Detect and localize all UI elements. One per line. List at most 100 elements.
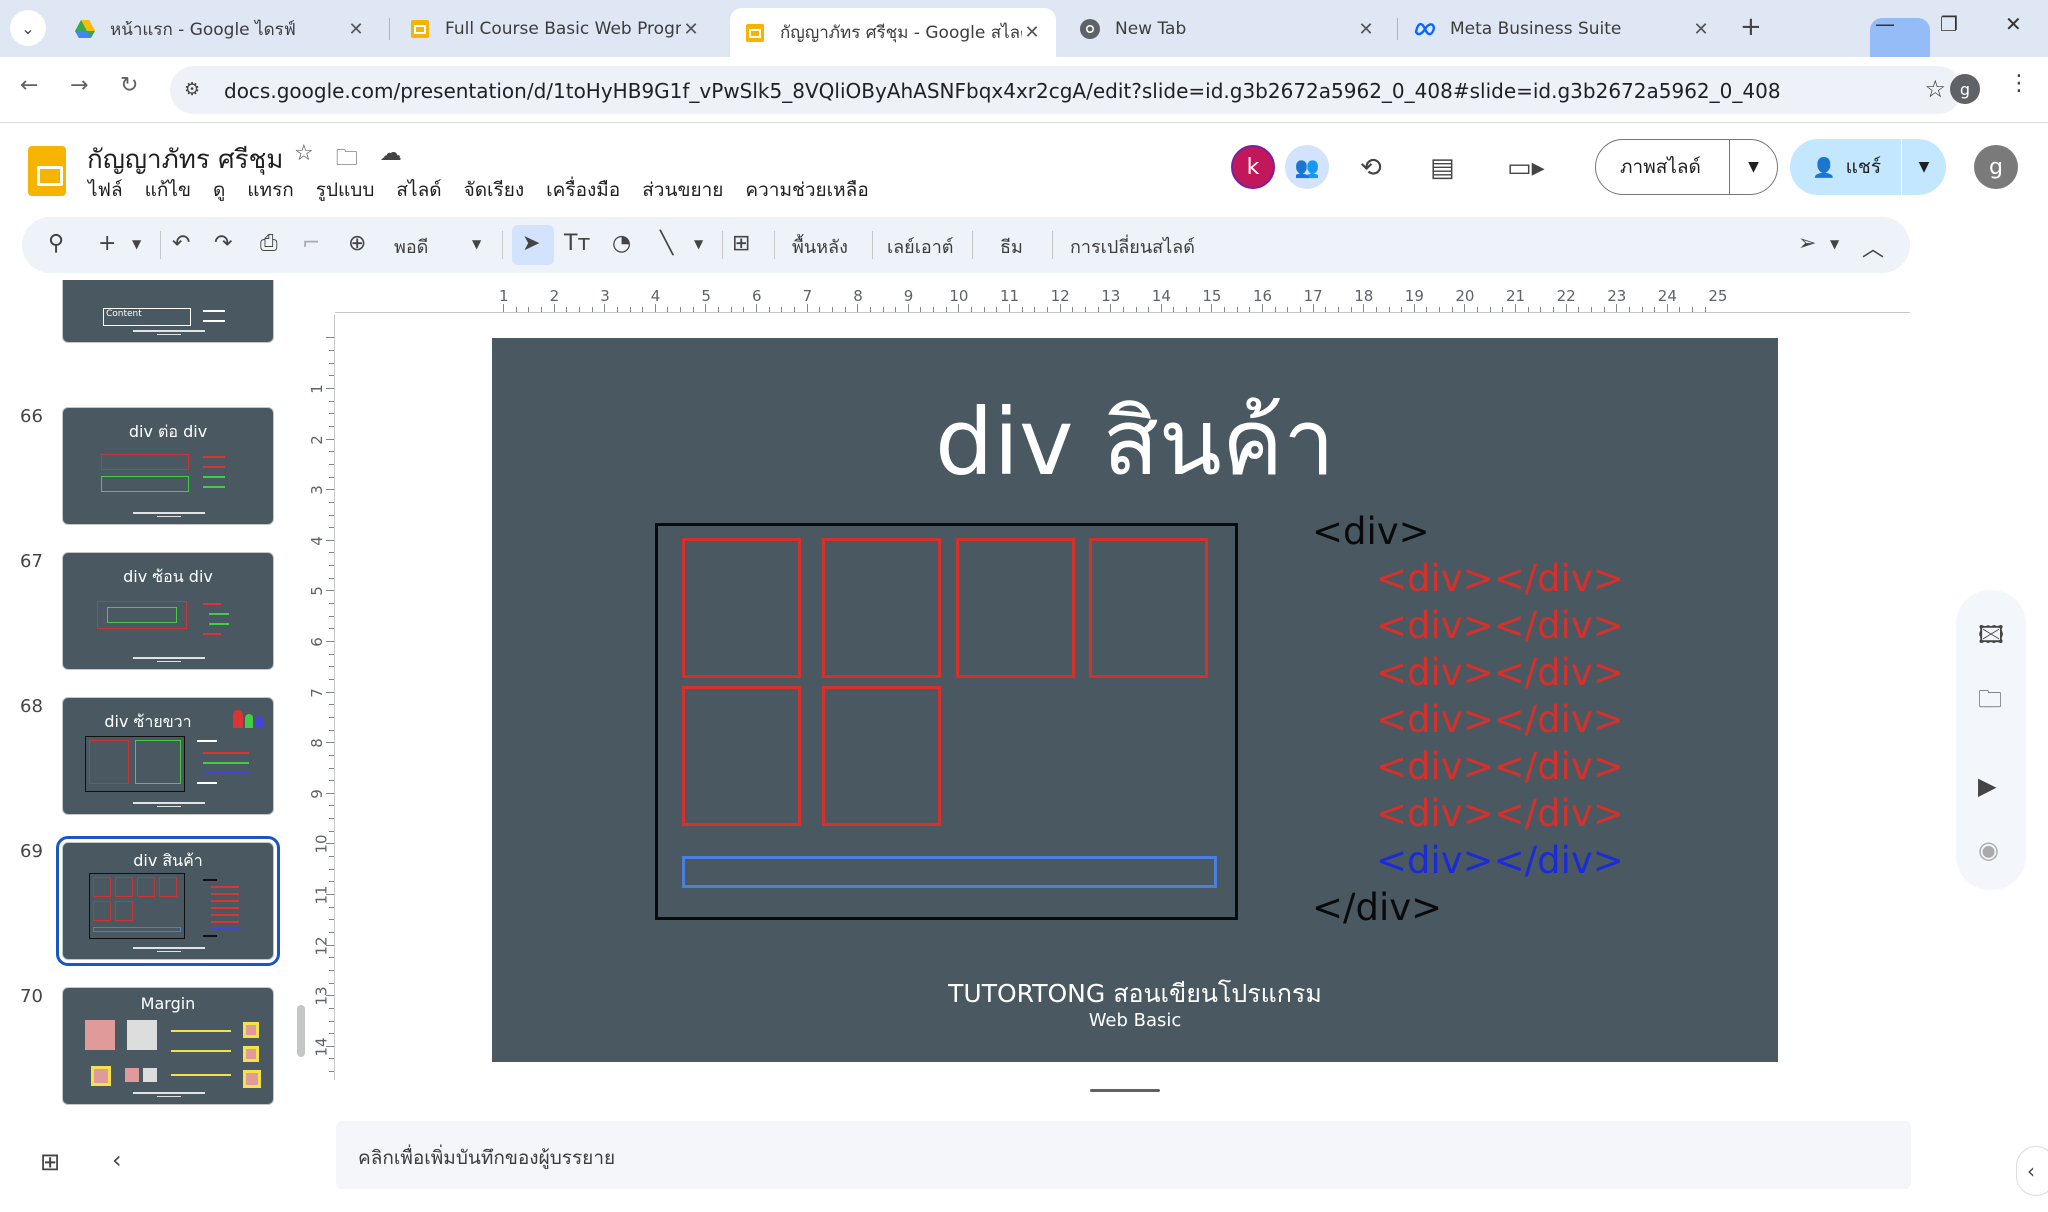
folder-icon[interactable]: 🗀 [1978, 682, 2002, 723]
slide-title[interactable]: div สินค้า [492, 368, 1778, 515]
child-div-box[interactable] [822, 686, 941, 826]
menu-view[interactable]: ดู [213, 175, 225, 205]
reload-icon[interactable]: ↻ [120, 73, 138, 98]
code-child-line[interactable]: <div></div> [1376, 698, 1624, 741]
browser-menu-icon[interactable]: ⋮ [2008, 71, 2030, 96]
url-text[interactable]: docs.google.com/presentation/d/1toHyHB9G… [224, 79, 1781, 103]
comments-icon[interactable]: ▤ [1430, 153, 1455, 183]
move-folder-icon[interactable]: 🗀 [336, 141, 358, 179]
browser-tab[interactable]: New Tab ✕ [1065, 9, 1390, 49]
chevron-down-icon[interactable]: ▼ [1830, 237, 1839, 251]
line-icon[interactable]: ╲ [660, 231, 673, 256]
zoom-icon[interactable]: ⊕ [348, 231, 366, 256]
code-child-line[interactable]: <div></div> [1376, 792, 1624, 835]
browser-profile-avatar[interactable]: g [1950, 74, 1980, 104]
close-icon[interactable]: ✕ [1691, 19, 1711, 40]
menu-tools[interactable]: เครื่องมือ [546, 175, 620, 205]
theme-button[interactable]: ธีม [1000, 232, 1023, 261]
browser-tab[interactable]: Full Course Basic Web Programming ✕ [395, 9, 715, 49]
transition-button[interactable]: การเปลี่ยนสไลด์ [1070, 232, 1195, 261]
new-slide-icon[interactable]: + [98, 231, 116, 256]
tab-search-button[interactable]: ⌄ [10, 10, 46, 46]
menu-help[interactable]: ความช่วยเหลือ [745, 175, 868, 205]
slide-thumbnail[interactable]: div Content [62, 280, 274, 343]
bottom-div-bar[interactable] [682, 856, 1217, 888]
document-title[interactable]: กัญญาภัทร ศรีชุม [87, 139, 283, 180]
speaker-notes-area[interactable]: คลิกเพื่อเพิ่มบันทึกของผู้บรรยาย [336, 1121, 1911, 1189]
print-icon[interactable]: ⎙ [260, 231, 278, 256]
slide-thumbnail[interactable]: div ต่อ div [62, 407, 274, 525]
record-icon[interactable]: ◉ [1978, 836, 1999, 864]
code-child-line[interactable]: <div></div> [1376, 839, 1624, 882]
close-icon[interactable]: ✕ [1356, 19, 1376, 40]
notes-resize-handle[interactable] [1090, 1089, 1160, 1092]
menu-arrange[interactable]: จัดเรียง [464, 175, 525, 205]
present-play-icon[interactable]: ▶ [1978, 772, 1996, 800]
expand-side-panel-icon[interactable]: ‹ [2016, 1146, 2048, 1196]
speaker-notes-placeholder[interactable]: คลิกเพื่อเพิ่มบันทึกของผู้บรรยาย [358, 1143, 615, 1173]
child-div-box[interactable] [1089, 538, 1208, 678]
cloud-status-icon[interactable]: ☁ [380, 141, 402, 179]
child-div-box[interactable] [822, 538, 941, 678]
star-icon[interactable]: ☆ [294, 141, 314, 179]
slide-canvas[interactable]: div สินค้า <div> <div></div> <div></div>… [492, 338, 1778, 1062]
search-menus-icon[interactable]: ⚲ [48, 231, 64, 256]
chevron-down-icon[interactable]: ▼ [132, 237, 141, 251]
code-child-line[interactable]: <div></div> [1376, 651, 1624, 694]
code-open-tag[interactable]: <div> [1312, 510, 1430, 553]
close-icon[interactable]: ✕ [1022, 22, 1042, 43]
chevron-down-icon[interactable]: ▼ [472, 237, 481, 251]
collapse-filmstrip-icon[interactable]: ‹ [112, 1146, 122, 1174]
layout-button[interactable]: เลย์เอาต์ [887, 232, 954, 261]
new-tab-button[interactable]: + [1740, 12, 1762, 42]
back-icon[interactable]: ← [20, 73, 38, 98]
browser-tab[interactable]: Meta Business Suite ✕ [1400, 9, 1725, 49]
code-child-line[interactable]: <div></div> [1376, 604, 1624, 647]
chevron-down-icon[interactable]: ▼ [694, 237, 703, 251]
slide-thumbnail-selected[interactable]: div สินค้า [56, 836, 280, 966]
chevron-down-icon[interactable]: ▼ [1730, 159, 1777, 175]
collapse-toolbar-icon[interactable]: ︿ [1862, 231, 1884, 263]
cursor-select-icon[interactable]: ➤ [522, 231, 540, 256]
account-avatar[interactable]: g [1974, 145, 2018, 189]
browser-tab-active[interactable]: กัญญาภัทร ศรีชุม - Google สไลด์ ✕ [730, 8, 1056, 57]
menu-file[interactable]: ไฟล์ [88, 175, 123, 205]
slide-footer-title[interactable]: TUTORTONG สอนเขียนโปรแกรม [492, 974, 1778, 1014]
code-child-line[interactable]: <div></div> [1376, 557, 1624, 600]
code-close-tag[interactable]: </div> [1312, 886, 1442, 929]
collaborator-share-icon[interactable]: 👥 [1285, 145, 1329, 189]
text-box-icon[interactable]: Tт [564, 231, 590, 256]
browser-tab[interactable]: หน้าแรก - Google ไดรฟ์ ✕ [60, 9, 380, 49]
slideshow-button[interactable]: ภาพสไลด์ ▼ [1595, 139, 1778, 195]
menu-insert[interactable]: แทรก [247, 175, 293, 205]
menu-slide[interactable]: สไลด์ [396, 175, 441, 205]
menu-edit[interactable]: แก้ไข [145, 175, 191, 205]
bookmark-star-icon[interactable]: ☆ [1924, 75, 1946, 103]
version-history-icon[interactable]: ⟲ [1360, 153, 1382, 183]
slide-footer-subtitle[interactable]: Web Basic [492, 1010, 1778, 1031]
slide-thumbnail[interactable]: Margin [62, 987, 274, 1105]
forward-icon[interactable]: → [70, 73, 88, 98]
share-button[interactable]: 👤 แชร์ ▼ [1790, 139, 1946, 195]
shape-icon[interactable]: ◔ [612, 231, 631, 256]
child-div-box[interactable] [682, 686, 801, 826]
code-child-line[interactable]: <div></div> [1376, 745, 1624, 788]
slides-logo-icon[interactable] [28, 146, 66, 196]
add-comment-icon[interactable]: ⊞ [732, 231, 750, 256]
close-icon[interactable]: ✕ [681, 19, 701, 40]
child-div-box[interactable] [682, 538, 801, 678]
site-settings-icon[interactable]: ⚙ [184, 79, 200, 100]
restore-icon[interactable]: ❐ [1940, 12, 1958, 36]
slide-thumbnail[interactable]: div ซ้อน div [62, 552, 274, 670]
minimize-icon[interactable]: — [1875, 12, 1895, 36]
keep-image-icon[interactable]: 🖾 [1978, 618, 2004, 659]
window-close-icon[interactable]: ✕ [2005, 12, 2022, 36]
chevron-down-icon[interactable]: ▼ [1902, 159, 1946, 175]
menu-extensions[interactable]: ส่วนขยาย [642, 175, 723, 205]
meet-camera-icon[interactable]: ▭▸ [1507, 153, 1545, 183]
collaborator-avatar[interactable]: k [1231, 145, 1275, 189]
filmstrip-scrollbar[interactable] [297, 1005, 305, 1057]
omnibox[interactable]: ⚙ docs.google.com/presentation/d/1toHyHB… [170, 66, 1962, 114]
menu-format[interactable]: รูปแบบ [316, 175, 375, 205]
grid-view-icon[interactable]: ⊞ [40, 1148, 60, 1176]
